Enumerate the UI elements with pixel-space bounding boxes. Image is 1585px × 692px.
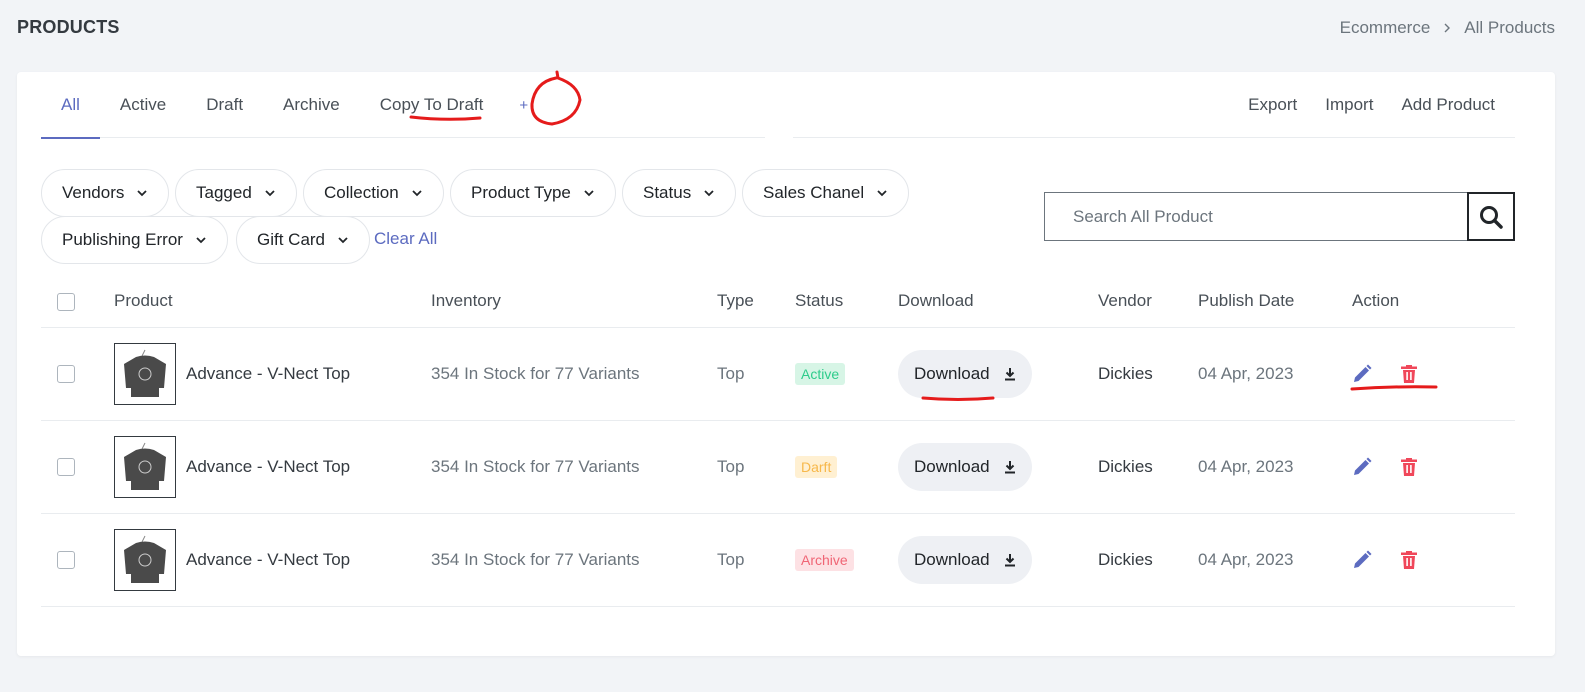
header-status: Status	[795, 291, 844, 310]
sweatshirt-image	[124, 442, 166, 490]
inventory-cell: 354 In Stock for 77 Variants	[431, 457, 640, 476]
delete-icon[interactable]	[1401, 365, 1417, 383]
publish-date-cell: 04 Apr, 2023	[1198, 550, 1294, 569]
select-all-checkbox[interactable]	[57, 293, 75, 311]
search-box	[1044, 192, 1468, 241]
download-icon	[1004, 461, 1015, 474]
header-download: Download	[898, 291, 974, 310]
breadcrumb-ecommerce[interactable]: Ecommerce	[1340, 18, 1431, 38]
product-type-filter[interactable]: Product Type	[450, 169, 616, 217]
sales-channel-filter[interactable]: Sales Chanel	[742, 169, 910, 217]
publish-date-cell: 04 Apr, 2023	[1198, 364, 1294, 383]
row-checkbox[interactable]	[57, 365, 75, 383]
delete-icon[interactable]	[1401, 551, 1417, 569]
collection-filter[interactable]: Collection	[303, 169, 444, 217]
header-action: Action	[1352, 291, 1400, 310]
vendors-filter[interactable]: Vendors	[41, 169, 170, 217]
header-publish-date: Publish Date	[1198, 291, 1295, 310]
chevron-down-icon	[338, 237, 348, 244]
download-button[interactable]: Download	[898, 350, 1032, 398]
header-vendor: Vendor	[1098, 291, 1152, 310]
search-button[interactable]	[1467, 192, 1515, 241]
product-thumbnail[interactable]	[114, 343, 176, 405]
page-title: PRODUCTS	[17, 17, 120, 37]
product-thumbnail[interactable]	[114, 436, 176, 498]
status-tabs: All Active Draft Archive Copy To Draft +	[41, 72, 765, 139]
add-product-button[interactable]: Add Product	[1387, 95, 1495, 115]
edit-icon[interactable]	[1352, 550, 1372, 570]
row-checkbox[interactable]	[57, 458, 75, 476]
edit-icon[interactable]	[1352, 364, 1372, 384]
publish-date-cell: 04 Apr, 2023	[1198, 457, 1294, 476]
type-cell: Top	[717, 550, 745, 569]
table-header: Product Inventory Type Status Download V…	[41, 275, 1515, 328]
table-row: Advance - V-Nect Top 354 In Stock for 77…	[41, 421, 1515, 514]
status-badge: Darft	[795, 456, 838, 478]
chevron-down-icon	[584, 190, 594, 197]
product-name[interactable]: Advance - V-Nect Top	[186, 457, 350, 477]
tab-draft[interactable]: Draft	[186, 72, 263, 138]
status-badge: Active	[795, 363, 846, 385]
table-row: Advance - V-Nect Top 354 In Stock for 77…	[41, 514, 1515, 607]
status-badge: Archive	[795, 549, 854, 571]
delete-icon[interactable]	[1401, 458, 1417, 476]
tab-all[interactable]: All	[41, 72, 100, 139]
tagged-filter[interactable]: Tagged	[175, 169, 297, 217]
publishing-error-filter[interactable]: Publishing Error	[41, 216, 228, 264]
header-product: Product	[114, 291, 173, 310]
product-name[interactable]: Advance - V-Nect Top	[186, 364, 350, 384]
header-type: Type	[717, 291, 754, 310]
product-name[interactable]: Advance - V-Nect Top	[186, 550, 350, 570]
type-cell: Top	[717, 364, 745, 383]
chevron-right-icon	[1442, 20, 1452, 36]
table-row: Advance - V-Nect Top 354 In Stock for 77…	[41, 328, 1515, 421]
sweatshirt-image	[124, 535, 166, 583]
export-button[interactable]: Export	[1234, 95, 1311, 115]
download-button[interactable]: Download	[898, 536, 1032, 584]
vendor-cell: Dickies	[1098, 550, 1153, 569]
chevron-down-icon	[196, 237, 206, 244]
clear-all-link[interactable]: Clear All	[374, 229, 437, 249]
edit-icon[interactable]	[1352, 457, 1372, 477]
breadcrumb: Ecommerce All Products	[1340, 18, 1555, 38]
download-icon	[1004, 554, 1015, 567]
import-button[interactable]: Import	[1311, 95, 1387, 115]
gift-card-filter[interactable]: Gift Card	[236, 216, 371, 264]
products-table: Product Inventory Type Status Download V…	[41, 275, 1515, 607]
download-icon	[1004, 368, 1015, 381]
vendor-cell: Dickies	[1098, 457, 1153, 476]
row-checkbox[interactable]	[57, 551, 75, 569]
product-thumbnail[interactable]	[114, 529, 176, 591]
search-input[interactable]	[1073, 206, 1467, 227]
products-card: All Active Draft Archive Copy To Draft +…	[17, 72, 1555, 656]
tab-archive[interactable]: Archive	[263, 72, 360, 138]
download-button[interactable]: Download	[898, 443, 1032, 491]
type-cell: Top	[717, 457, 745, 476]
vendor-cell: Dickies	[1098, 364, 1153, 383]
chevron-down-icon	[704, 190, 714, 197]
search-icon	[1480, 205, 1503, 229]
product-actions: Export Import Add Product	[793, 72, 1515, 138]
chevron-down-icon	[265, 190, 275, 197]
tab-active[interactable]: Active	[100, 72, 186, 138]
header-inventory: Inventory	[431, 291, 501, 310]
inventory-cell: 354 In Stock for 77 Variants	[431, 550, 640, 569]
add-tab-button[interactable]: +	[503, 72, 544, 138]
sweatshirt-image	[124, 349, 166, 397]
status-filter[interactable]: Status	[622, 169, 737, 217]
tab-copy-to-draft[interactable]: Copy To Draft	[360, 72, 504, 138]
breadcrumb-all-products: All Products	[1464, 18, 1555, 37]
inventory-cell: 354 In Stock for 77 Variants	[431, 364, 640, 383]
chevron-down-icon	[412, 190, 422, 197]
chevron-down-icon	[877, 190, 887, 197]
chevron-down-icon	[137, 190, 148, 197]
